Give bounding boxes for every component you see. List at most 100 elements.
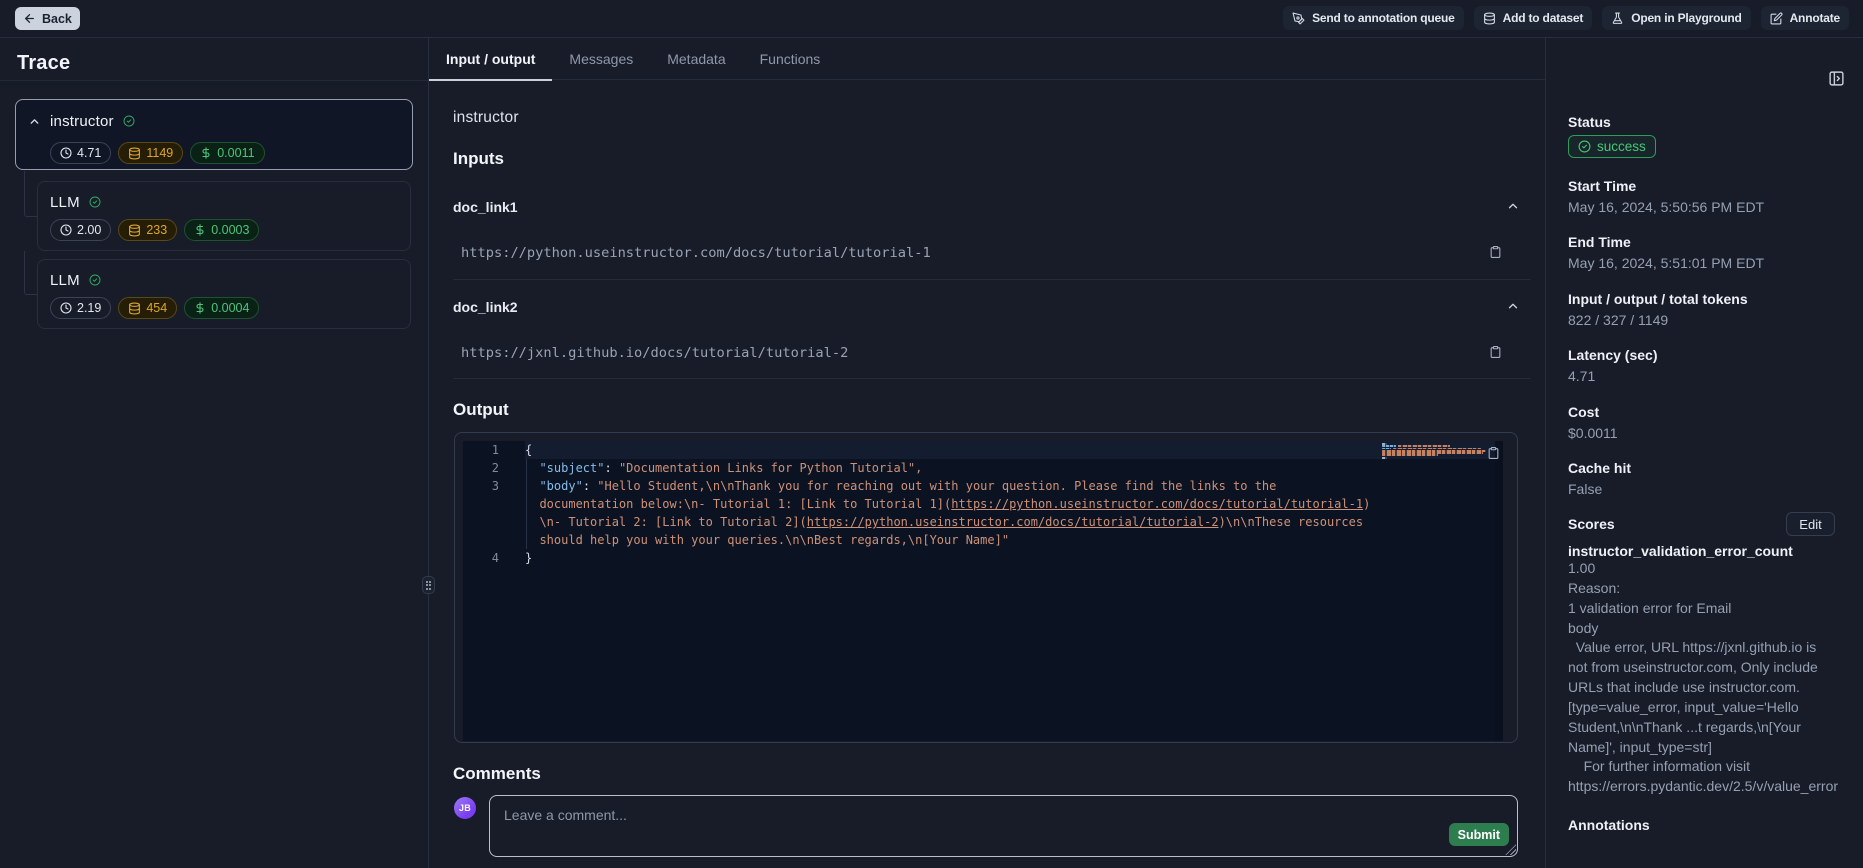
run-detail-panel: Input / outputMessagesMetadataFunctions …: [429, 38, 1545, 868]
code-token: :: [583, 479, 597, 493]
code-token: "subject": [539, 461, 604, 475]
code-token: \n- Tutorial 2: [Link to Tutorial 2](: [539, 515, 806, 529]
code-token: [525, 479, 539, 493]
clipboard-icon: [1489, 345, 1502, 362]
code-token: [525, 497, 539, 511]
topbar-action-label: Add to dataset: [1503, 11, 1584, 25]
stat-label: End Time: [1568, 234, 1631, 250]
stat-value: May 16, 2024, 5:50:56 PM EDT: [1568, 199, 1764, 215]
trace-node-llm-1[interactable]: LLM2.002330.0003: [37, 181, 411, 251]
flask-icon: [1611, 12, 1624, 25]
line-number: 1: [463, 441, 499, 459]
code-token: "body": [539, 479, 582, 493]
topbar-action-send-to-annotation-queue[interactable]: Send to annotation queue: [1283, 6, 1464, 30]
annotations-label: Annotations: [1568, 817, 1650, 833]
code-token: documentation below:\n- Tutorial 1: [Lin…: [539, 497, 951, 511]
pen-tool-icon: [1292, 12, 1305, 25]
database-icon: [128, 224, 141, 237]
code-line: documentation below:\n- Tutorial 1: [Lin…: [463, 495, 1503, 513]
code-line: 3 "body": "Hello Student,\n\nThank you f…: [463, 477, 1503, 495]
tree-connector: [24, 171, 37, 217]
stat-value: 822 / 327 / 1149: [1568, 312, 1668, 328]
topbar-action-label: Send to annotation queue: [1312, 11, 1455, 25]
top-bar: Back Send to annotation queue Add to data…: [0, 0, 1863, 38]
run-stats-panel: Status success Start TimeMay 16, 2024, 5…: [1546, 38, 1863, 868]
topbar-action-annotate[interactable]: Annotate: [1761, 6, 1849, 30]
clipboard-icon: [1487, 446, 1500, 463]
trace-tree-panel: Trace instructor4.7111490.0011LLM2.00233…: [0, 38, 428, 868]
score-name: instructor_validation_error_count: [1568, 543, 1793, 559]
tokens-badge: 1149: [118, 142, 183, 164]
check-circle-icon: [89, 274, 101, 286]
dollar-icon: [200, 147, 212, 159]
copy-doc-link2-button[interactable]: [1487, 345, 1503, 361]
field-divider: [453, 378, 1531, 379]
submit-comment-button[interactable]: Submit: [1449, 823, 1509, 846]
score-details: 1.00 Reason: 1 validation error for Emai…: [1568, 559, 1856, 797]
tab-functions[interactable]: Functions: [743, 38, 838, 80]
latency-badge: 2.00: [50, 219, 111, 241]
back-button[interactable]: Back: [15, 7, 80, 30]
clock-icon: [60, 224, 72, 236]
code-token: "Documentation Links for Python Tutorial…: [619, 461, 922, 475]
tab-metadata[interactable]: Metadata: [650, 38, 742, 80]
code-token: https://python.useinstructor.com/docs/tu…: [951, 497, 1363, 511]
textarea-resize-grip[interactable]: [1505, 844, 1516, 855]
trace-node-instructor-0[interactable]: instructor4.7111490.0011: [15, 99, 413, 170]
minimap-segment: [1382, 445, 1396, 447]
topbar-actions: Send to annotation queue Add to dataset Op…: [1283, 6, 1849, 30]
editor-minimap: [1382, 443, 1494, 459]
field-value-doc-link1: https://python.useinstructor.com/docs/tu…: [461, 245, 931, 261]
code-token: should help you with your queries.\n\nBe…: [539, 533, 1009, 547]
collapse-doc-link1-button[interactable]: [1505, 199, 1521, 215]
inputs-heading: Inputs: [453, 149, 504, 169]
stat-value: 4.71: [1568, 368, 1595, 384]
minimap-segment: [1382, 454, 1438, 456]
line-number: 2: [463, 459, 499, 477]
topbar-action-open-in-playground[interactable]: Open in Playground: [1602, 6, 1750, 30]
check-circle-icon: [123, 115, 135, 127]
stat-value: False: [1568, 481, 1602, 497]
output-code-editor[interactable]: 1{2 "subject": "Documentation Links for …: [454, 432, 1518, 743]
collapse-panel-button[interactable]: [1827, 70, 1845, 88]
cost-badge: 0.0003: [184, 219, 259, 241]
trace-node-llm-2[interactable]: LLM2.194540.0004: [37, 259, 411, 329]
trace-page: Back Send to annotation queue Add to data…: [0, 0, 1863, 868]
code-line: 1{: [463, 441, 1503, 459]
trace-node-label: LLM: [50, 272, 80, 289]
status-badge: success: [1568, 135, 1656, 158]
code-token: {: [525, 443, 532, 457]
trace-tree: instructor4.7111490.0011LLM2.002330.0003…: [0, 81, 428, 868]
code-line: should help you with your queries.\n\nBe…: [463, 531, 1503, 549]
minimap-segment: [1398, 445, 1450, 447]
chevron-up-icon[interactable]: [27, 114, 41, 128]
database-icon: [1483, 12, 1496, 25]
collapse-doc-link2-button[interactable]: [1505, 299, 1521, 315]
code-token: [525, 515, 539, 529]
minimap-segment: [1382, 457, 1387, 459]
check-circle-icon: [1578, 140, 1591, 153]
cost-badge: 0.0004: [184, 297, 259, 319]
edit-scores-button[interactable]: Edit: [1786, 512, 1835, 536]
copy-output-button[interactable]: [1485, 446, 1501, 462]
field-label-doc-link2: doc_link2: [453, 299, 518, 315]
field-divider: [453, 279, 1531, 280]
status-badge-label: success: [1597, 139, 1646, 154]
status-label: Status: [1568, 114, 1611, 130]
database-icon: [128, 302, 141, 315]
back-button-label: Back: [42, 12, 72, 26]
latency-badge: 4.71: [50, 142, 111, 164]
field-value-doc-link2: https://jxnl.github.io/docs/tutorial/tut…: [461, 345, 848, 361]
comment-input[interactable]: [490, 796, 1517, 856]
dollar-icon: [194, 224, 206, 236]
field-label-doc-link1: doc_link1: [453, 199, 518, 215]
topbar-action-label: Annotate: [1790, 11, 1840, 25]
code-area: 1{2 "subject": "Documentation Links for …: [463, 441, 1503, 741]
copy-doc-link1-button[interactable]: [1487, 245, 1503, 261]
arrow-left-icon: [23, 12, 36, 25]
topbar-action-add-to-dataset[interactable]: Add to dataset: [1474, 6, 1593, 30]
cost-badge: 0.0011: [190, 142, 264, 164]
tokens-badge: 454: [118, 297, 177, 319]
tab-input-output[interactable]: Input / output: [429, 38, 552, 80]
tab-messages[interactable]: Messages: [552, 38, 650, 80]
